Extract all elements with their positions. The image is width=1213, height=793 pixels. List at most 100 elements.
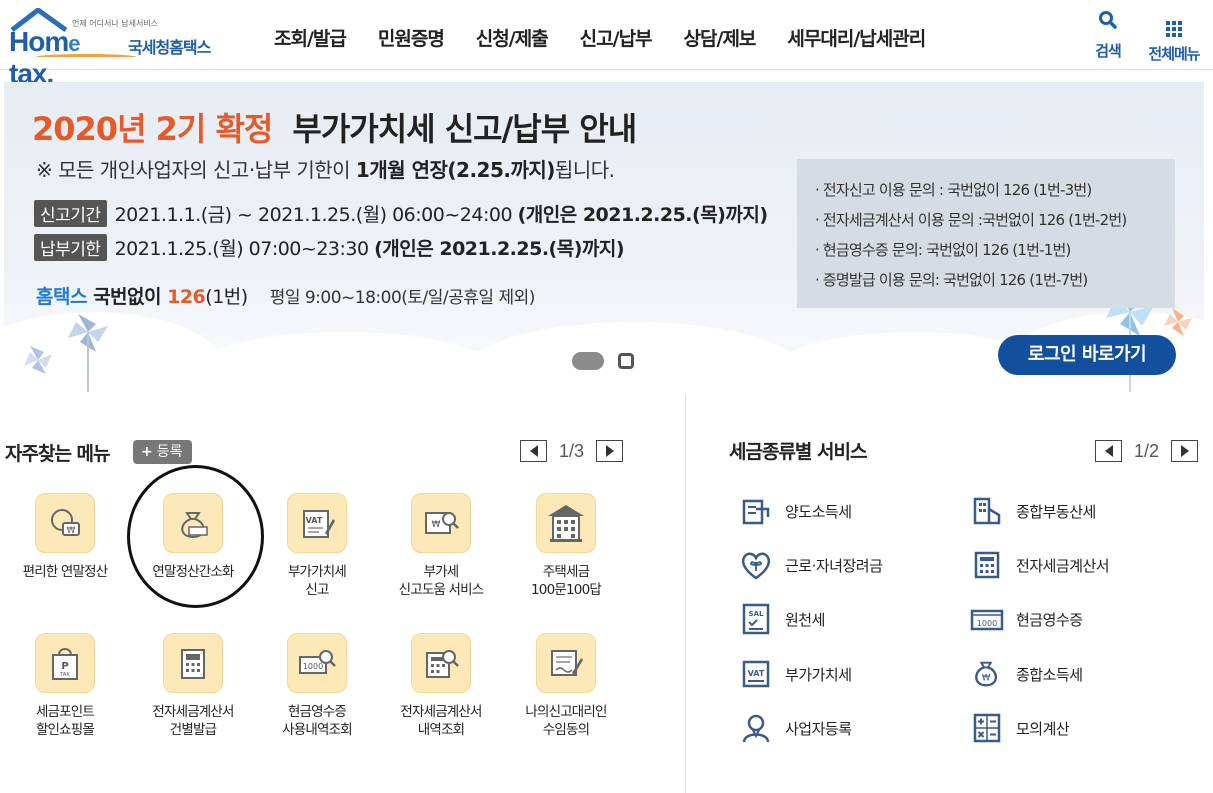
favorites-title: 자주찾는 메뉴 xyxy=(5,443,110,465)
fav-label: 편리한 연말정산 xyxy=(22,564,109,580)
nav-item-consult[interactable]: 상담/제보 xyxy=(684,24,757,51)
header: 언제 어디서나 납세서비스 Home tax. 국세청홈택스 조회/발급 민원증명… xyxy=(0,0,1213,89)
tax-label: 원천세 xyxy=(785,610,825,629)
prev-page-button[interactable] xyxy=(1095,440,1122,462)
logo-tagline: 언제 어디서나 납세서비스 xyxy=(72,19,159,28)
tax-item-comprehensive-income[interactable]: ₩ 종합소득세 xyxy=(970,657,1083,691)
svg-text:VAT: VAT xyxy=(306,516,323,525)
main-nav: 조회/발급 민원증명 신청/제출 신고/납부 상담/제보 세무대리/납세관리 xyxy=(258,24,941,51)
fav-label: 부가세 신고도움 서비스 xyxy=(398,564,485,598)
arrow-right-icon xyxy=(605,445,614,457)
fav-item-housing-tax-qa[interactable]: 주택세금 100문100답 xyxy=(501,493,631,599)
inquiry-line: · 전자세금계산서 이용 문의 :국번없이 126 (1번-2번) xyxy=(815,211,1127,229)
banner-title: 2020년 2기 확정 부가가치세 신고/납부 안내 xyxy=(32,110,637,148)
receipt-search-icon: 1000 xyxy=(299,650,336,674)
nav-item-certificate[interactable]: 민원증명 xyxy=(378,24,445,51)
fav-item-agent-consent[interactable]: 나의신고대리인 수임동의 xyxy=(501,633,631,739)
tax-item-vat[interactable]: VAT 부가가치세 xyxy=(739,657,852,691)
tax-label: 전자세금계산서 xyxy=(1016,556,1110,575)
fav-item-e-invoice-history[interactable]: 전자세금계산서 내역조회 xyxy=(376,633,506,739)
tax-label: 부가가치세 xyxy=(785,665,852,684)
inquiry-line: · 전자신고 이용 문의 : 국번없이 126 (1번-3번) xyxy=(815,181,1092,199)
banner-dot-pause[interactable] xyxy=(618,353,634,369)
favorites-page-indicator: 1/3 xyxy=(559,440,585,461)
tax-item-transfer-income[interactable]: 양도소득세 xyxy=(739,494,852,528)
fav-item-year-end-simplified[interactable]: 연말정산간소화 xyxy=(128,493,258,581)
cloud-decoration xyxy=(464,322,804,392)
fav-item-easy-year-end[interactable]: ₩ 편리한 연말정산 xyxy=(0,493,130,581)
prev-page-button[interactable] xyxy=(520,440,547,462)
e-invoice-icon xyxy=(974,551,1000,579)
svg-text:₩: ₩ xyxy=(67,526,76,536)
search-label: 검색 xyxy=(1095,42,1122,60)
fav-item-tax-point-mall[interactable]: P TAX 세금포인트 할인쇼핑몰 xyxy=(0,633,130,739)
hometax-logo[interactable]: 언제 어디서나 납세서비스 Home tax. 국세청홈택스 xyxy=(6,8,231,89)
tax-label: 모의계산 xyxy=(1016,719,1070,738)
nav-item-apply[interactable]: 신청/제출 xyxy=(476,24,549,51)
next-page-button[interactable] xyxy=(596,440,624,462)
filing-period-tag: 신고기간 xyxy=(34,200,107,227)
svg-text:TAX: TAX xyxy=(59,672,70,678)
all-menu-label: 전체메뉴 xyxy=(1148,45,1200,63)
section-divider xyxy=(685,395,686,793)
search-button[interactable]: 검색 xyxy=(1090,10,1126,61)
grid-menu-icon xyxy=(1166,21,1182,37)
calculator-icon xyxy=(973,713,1001,743)
banner-dot-active[interactable] xyxy=(572,352,604,370)
tax-item-business-registration[interactable]: 사업자등록 xyxy=(739,711,852,745)
fav-label: 전자세금계산서 내역조회 xyxy=(400,704,482,738)
fav-item-vat-help[interactable]: ₩ 부가세 신고도움 서비스 xyxy=(376,493,506,599)
all-menu-button[interactable]: 전체메뉴 xyxy=(1142,10,1206,64)
tax-label: 양도소득세 xyxy=(785,502,852,521)
won-bag-icon: ₩ xyxy=(975,661,998,687)
building-icon xyxy=(548,505,584,542)
arrow-left-icon xyxy=(529,445,538,457)
tax-item-simulation[interactable]: 모의계산 xyxy=(970,711,1070,745)
cash-receipt-icon: 1000 xyxy=(970,609,1004,631)
won-search-icon: ₩ xyxy=(425,512,459,534)
transfer-doc-icon xyxy=(742,499,770,525)
vat-icon: VAT xyxy=(742,660,770,688)
banner-notice: ※ 모든 개인사업자의 신고·납부 기한이 1개월 연장(2.25.까지)됩니다… xyxy=(36,158,615,182)
invoice-search-icon xyxy=(426,650,459,678)
tax-label: 종합부동산세 xyxy=(1016,502,1096,521)
tax-services-page-indicator: 1/2 xyxy=(1134,440,1160,461)
arrow-right-icon xyxy=(1180,445,1189,457)
cloud-decoration xyxy=(184,332,504,392)
sal-document-icon: SAL xyxy=(742,603,770,635)
nav-item-report-pay[interactable]: 신고/납부 xyxy=(580,24,653,51)
pinwheel-decoration-icon xyxy=(24,314,108,392)
main-banner[interactable]: 2020년 2기 확정 부가가치세 신고/납부 안내 ※ 모든 개인사업자의 신고… xyxy=(4,82,1204,392)
favorites-pager: 1/3 xyxy=(520,440,624,462)
logo-swoosh xyxy=(36,54,136,60)
svg-text:1000: 1000 xyxy=(977,619,997,628)
next-page-button[interactable] xyxy=(1171,440,1199,462)
heart-sprout-icon xyxy=(741,552,771,580)
tax-item-cash-receipt[interactable]: 1000 현금영수증 xyxy=(970,602,1083,636)
inquiry-line: · 현금영수증 문의: 국번없이 126 (1번-1번) xyxy=(815,241,1071,259)
search-icon xyxy=(1099,11,1117,29)
nav-item-inquiry[interactable]: 조회/발급 xyxy=(274,24,347,51)
register-button[interactable]: + 등록 xyxy=(133,440,192,464)
fav-item-cash-receipt-history[interactable]: 1000 현금영수증 사용내역조회 xyxy=(252,633,382,739)
arrow-left-icon xyxy=(1104,445,1113,457)
nav-item-tax-agent[interactable]: 세무대리/납세관리 xyxy=(787,24,926,51)
pen-document-icon xyxy=(551,650,583,676)
fav-item-e-invoice-issue[interactable]: 전자세금계산서 건별발급 xyxy=(128,633,258,739)
fav-label: 부가가치세 신고 xyxy=(287,564,347,598)
tax-item-comprehensive-real-estate[interactable]: 종합부동산세 xyxy=(970,494,1096,528)
tax-item-withholding[interactable]: SAL 원천세 xyxy=(739,602,825,636)
fav-label: 주택세금 100문100답 xyxy=(531,564,602,598)
tax-item-work-child-incentive[interactable]: 근로·자녀장려금 xyxy=(739,548,883,582)
tax-label: 종합소득세 xyxy=(1016,665,1083,684)
tax-item-e-tax-invoice[interactable]: 전자세금계산서 xyxy=(970,548,1110,582)
svg-text:VAT: VAT xyxy=(748,669,765,678)
fav-label: 전자세금계산서 건별발급 xyxy=(152,704,234,738)
fav-label: 현금영수증 사용내역조회 xyxy=(282,704,353,738)
fav-item-vat-report[interactable]: VAT 부가가치세 신고 xyxy=(252,493,382,599)
svg-text:P: P xyxy=(61,661,68,672)
login-shortcut-button[interactable]: 로그인 바로가기 xyxy=(998,335,1176,375)
banner-filing-period: 신고기간 2021.1.1.(금) ~ 2021.1.25.(월) 06:00~2… xyxy=(34,200,768,227)
logo-sub: 국세청홈택스 xyxy=(128,38,211,57)
tax-services-pager: 1/2 xyxy=(1095,440,1199,462)
